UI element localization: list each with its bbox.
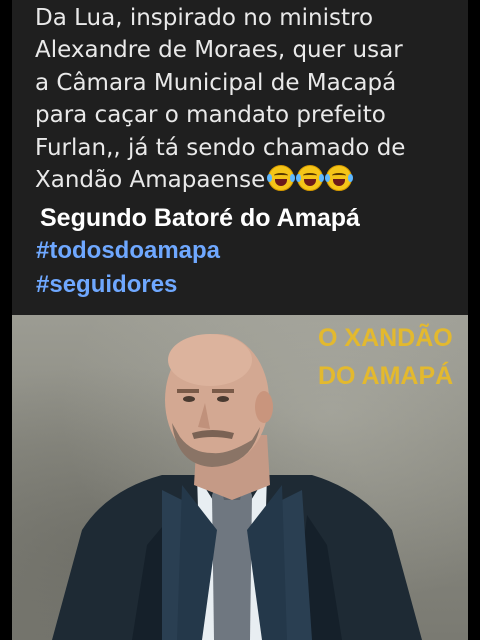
body-line-last: Xandão Amapaense <box>35 164 455 196</box>
face-with-tears-of-joy-icon <box>296 165 325 192</box>
body-line: a Câmara Municipal de Macapá <box>35 69 397 96</box>
face-with-tears-of-joy-icon <box>267 165 296 192</box>
face-with-tears-of-joy-icon <box>325 165 354 192</box>
body-line: Alexandre de Moraes, quer usar <box>35 37 403 64</box>
hashtag-seguidores[interactable]: #seguidores <box>36 271 177 299</box>
post-photo: O XANDÃO DO AMAPÁ <box>12 315 468 640</box>
body-line: Furlan,, já tá sendo chamado de <box>35 134 406 161</box>
body-line: para caçar o mandato prefeito <box>35 102 386 129</box>
caption-line: DO AMAPÁ <box>318 362 454 390</box>
caption-line: O XANDÃO <box>318 324 453 352</box>
photo-caption: O XANDÃO DO AMAPÁ <box>318 319 453 395</box>
post-text: Da Lua, inspirado no ministro Alexandre … <box>35 2 455 196</box>
body-line-text: Xandão Amapaense <box>35 167 266 194</box>
credit-line: Segundo Batoré do Amapá <box>40 204 360 232</box>
post-body: Da Lua, inspirado no ministro Alexandre … <box>35 2 455 196</box>
body-line: Da Lua, inspirado no ministro <box>35 5 374 31</box>
hashtag-todosdoamapa[interactable]: #todosdoamapa <box>36 237 220 265</box>
